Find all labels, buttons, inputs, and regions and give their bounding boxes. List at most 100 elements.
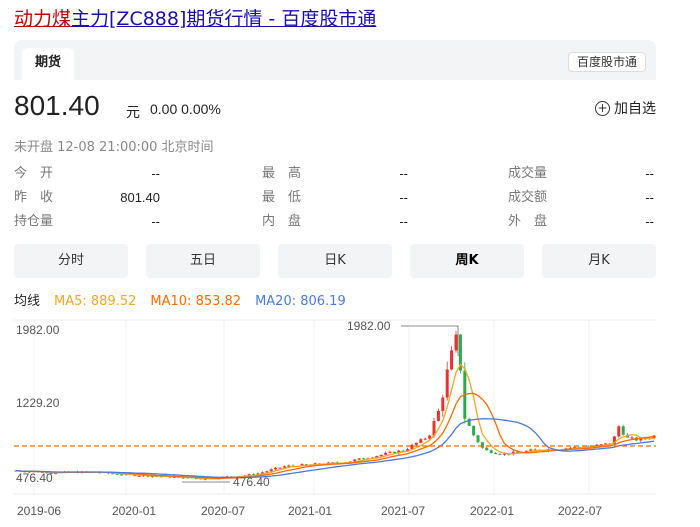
title-highlight[interactable]: 动力煤: [14, 8, 71, 30]
x-tick: 2019-06: [17, 504, 61, 518]
source-tag[interactable]: 百度股市通: [567, 52, 646, 72]
candle-body: [450, 350, 454, 370]
kline-chart[interactable]: 1982.00 1229.20 476.40 1982.00 476.40 20…: [14, 316, 656, 523]
stat-label: 成交额: [508, 190, 548, 205]
max-annotation: 1982.00: [347, 319, 459, 356]
candle-body: [357, 458, 361, 460]
candle-body: [384, 452, 388, 455]
stats-row: 持仓量 -- 内 盘 -- 外 盘 --: [14, 210, 656, 234]
market-status: 未开盘 12-08 21:00:00 北京时间: [14, 140, 214, 155]
x-tick: 2022-01: [470, 504, 514, 518]
candle-body: [454, 334, 458, 351]
candle-body: [480, 442, 484, 448]
x-tick: 2021-07: [381, 504, 425, 518]
add-watchlist-label: 加自选: [614, 101, 656, 117]
candle-body: [414, 442, 418, 445]
x-tick: 2021-01: [288, 504, 332, 518]
x-tick: 2020-01: [112, 504, 156, 518]
candle-body: [441, 397, 445, 411]
price-unit: 元: [126, 105, 140, 121]
candle-body: [630, 437, 634, 439]
stat-label: 成交量: [508, 166, 548, 181]
add-watchlist-button[interactable]: + 加自选: [595, 98, 656, 118]
stat-value: --: [645, 190, 654, 205]
stat-value: --: [399, 166, 408, 181]
candle-body: [445, 369, 449, 398]
title-rest[interactable]: 主力[ZC888]期货行情 - 百度股市通: [71, 8, 376, 30]
candle-body: [260, 472, 264, 474]
candle-body: [282, 466, 286, 468]
ma-legend: 均线 MA5: 889.52 MA10: 853.82 MA20: 806.19: [14, 290, 360, 309]
tab-five-day[interactable]: 五日: [146, 244, 260, 278]
stat-value: --: [151, 166, 160, 181]
tab-weekly-k[interactable]: 周K: [410, 244, 524, 278]
candle-body: [269, 469, 273, 472]
candle-body: [604, 443, 608, 445]
price-change: 0.00 0.00%: [150, 101, 221, 117]
chart-grid: [14, 319, 656, 495]
candle-body: [436, 410, 440, 421]
page-title[interactable]: 动力煤主力[ZC888]期货行情 - 百度股市通: [14, 6, 376, 32]
stat-value: --: [399, 214, 408, 229]
ma-label: 均线: [14, 294, 41, 309]
stat-label: 内 盘: [262, 214, 302, 229]
current-price: 801.40: [14, 90, 100, 121]
plus-circle-icon: +: [595, 100, 610, 116]
candle-body: [203, 479, 207, 481]
stat-label: 昨 收: [14, 190, 54, 205]
candle-body: [278, 467, 282, 469]
stat-label: 最 高: [262, 166, 302, 181]
tab-intraday[interactable]: 分时: [14, 244, 128, 278]
ma10-value: MA10: 853.82: [150, 294, 242, 309]
candle-body: [498, 453, 502, 455]
candle-body: [489, 450, 493, 453]
ma5-line: [15, 363, 655, 480]
stats-grid: 今 开 -- 最 高 -- 成交量 -- 昨 收 801.40 最 低 -- 成…: [14, 162, 656, 234]
x-tick: 2020-07: [201, 504, 245, 518]
tab-monthly-k[interactable]: 月K: [542, 244, 656, 278]
ma5-value: MA5: 889.52: [54, 294, 137, 309]
stat-label: 最 低: [262, 190, 302, 205]
candle-body: [419, 439, 423, 443]
y-tick: 476.40: [16, 471, 53, 485]
x-tick: 2022-07: [558, 504, 602, 518]
ma10-line: [15, 392, 655, 479]
candle-body: [472, 425, 476, 436]
candle-body: [362, 458, 366, 460]
stat-value: --: [645, 166, 654, 181]
candle-body: [494, 452, 498, 454]
stat-label: 外 盘: [508, 214, 548, 229]
candle-body: [120, 474, 124, 476]
candle-body: [617, 426, 621, 437]
quote-card: 期货 百度股市通 801.40 元 0.00 0.00% + 加自选 未开盘 1…: [14, 40, 656, 523]
stat-value: --: [151, 214, 160, 229]
candle-body: [388, 451, 392, 453]
stat-value: --: [645, 214, 654, 229]
max-label: 1982.00: [347, 319, 391, 333]
candle-body: [621, 426, 625, 435]
stat-value: --: [399, 190, 408, 205]
stat-label: 持仓量: [14, 214, 54, 229]
candle-body: [287, 465, 291, 467]
tab-daily-k[interactable]: 日K: [278, 244, 392, 278]
candle-body: [423, 438, 427, 440]
candle-body: [476, 435, 480, 443]
candle-body: [137, 475, 141, 477]
candle-body: [485, 447, 489, 451]
candle-body: [379, 454, 383, 457]
stat-label: 今 开: [14, 166, 54, 181]
y-tick: 1229.20: [16, 396, 60, 410]
ma20-value: MA20: 806.19: [255, 294, 346, 309]
ma-lines: [15, 363, 655, 480]
min-label: 476.40: [233, 475, 270, 489]
candles: [14, 331, 656, 481]
y-tick: 1982.00: [16, 323, 60, 337]
candle-body: [274, 467, 278, 470]
stats-row: 昨 收 801.40 最 低 -- 成交额 --: [14, 186, 656, 210]
stat-value: 801.40: [120, 190, 160, 205]
tab-bar: 期货 百度股市通: [14, 40, 656, 80]
tab-futures[interactable]: 期货: [22, 48, 74, 80]
ma20-line: [15, 418, 655, 479]
candle-body: [265, 471, 269, 473]
period-tabs: 分时 五日 日K 周K 月K: [14, 244, 656, 278]
